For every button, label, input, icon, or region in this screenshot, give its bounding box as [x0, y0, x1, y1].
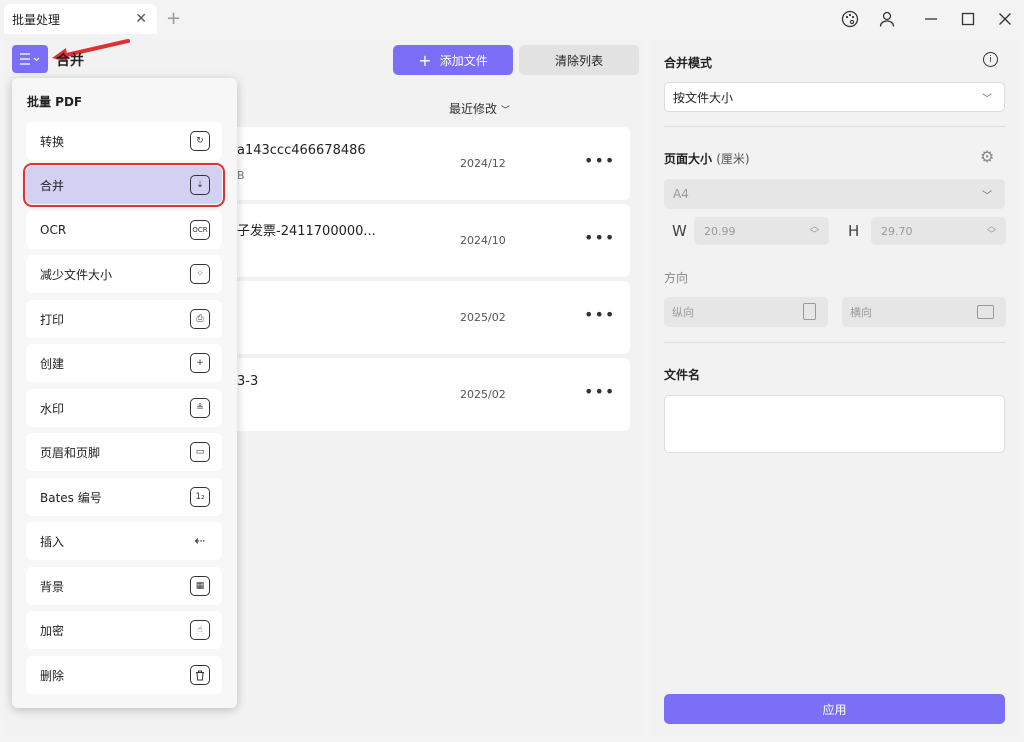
menu-item-background[interactable]: 背景 ▦ [26, 567, 222, 605]
divider [664, 126, 1005, 127]
minimize-icon[interactable] [920, 8, 942, 30]
tab-batch-process[interactable]: 批量处理 ✕ [4, 4, 157, 34]
convert-icon: ↻ [190, 131, 210, 151]
menu-item-delete[interactable]: 删除 [26, 656, 222, 694]
menu-title: 批量 PDF [27, 95, 83, 109]
file-date: 2025/02 [460, 311, 506, 324]
close-window-icon[interactable] [994, 8, 1016, 30]
chevron-down-icon: ﹀ [500, 106, 510, 116]
orientation-label: 方向 [664, 271, 689, 285]
new-tab-icon[interactable]: + [166, 8, 181, 29]
menu-item-print[interactable]: 打印 ⎙ [26, 300, 222, 338]
more-options-icon[interactable]: ••• [584, 305, 615, 324]
menu-item-merge[interactable]: 合并 ⇣ [23, 163, 225, 207]
landscape-option[interactable]: 横向 [842, 297, 1006, 327]
menu-item-insert[interactable]: 插入 ⇠ [26, 522, 222, 560]
height-letter: H [848, 222, 860, 240]
merge-mode-label: 合并模式 [664, 56, 713, 70]
title-bar: 批量处理 ✕ + [0, 0, 1024, 38]
stepper-icon[interactable]: ︿ ﹀ [810, 223, 819, 240]
batch-pdf-menu: 批量 PDF 转换 ↻ 合并 ⇣ OCR OCR 减少文件大小 ⁘ 打印 ⎙ 创… [12, 78, 237, 708]
chevron-down-icon: ﹀ [982, 191, 992, 202]
sort-dropdown[interactable]: 最近修改 ﹀ [449, 100, 510, 117]
file-name: a143ccc466678486 [237, 143, 366, 158]
tab-title: 批量处理 [12, 12, 61, 27]
encrypt-icon: ☝ [190, 620, 210, 640]
palette-icon[interactable] [839, 8, 861, 30]
delete-icon [190, 665, 210, 685]
filename-input[interactable] [664, 395, 1005, 453]
page-size-label: 页面大小 (厘米) [664, 152, 750, 166]
chevron-down-icon: ﹀ [982, 94, 992, 105]
menu-item-encrypt[interactable]: 加密 ☝ [26, 611, 222, 649]
file-date: 2025/02 [460, 388, 506, 401]
page-size-select[interactable]: A4 ﹀ [664, 179, 1005, 209]
gear-icon[interactable]: ⚙ [980, 147, 994, 166]
file-name: 子发票-2411700000... [237, 224, 376, 239]
divider [664, 342, 1005, 343]
tab-close-icon[interactable]: ✕ [135, 11, 147, 27]
settings-panel: 合并模式 i 按文件大小 ﹀ 页面大小 (厘米) ⚙ A4 ﹀ W 20.99 … [650, 38, 1020, 738]
menu-item-create[interactable]: 创建 + [26, 344, 222, 382]
menu-item-convert[interactable]: 转换 ↻ [26, 122, 222, 160]
menu-item-header-footer[interactable]: 页眉和页脚 ▭ [26, 433, 222, 471]
bates-icon: 1₂ [190, 487, 210, 507]
add-file-button[interactable]: + 添加文件 [393, 45, 513, 75]
plus-icon: + [418, 50, 432, 70]
page-title: 合并 [56, 53, 84, 69]
merge-icon: ⇣ [190, 175, 210, 195]
menu-item-compress[interactable]: 减少文件大小 ⁘ [26, 255, 222, 293]
width-input[interactable]: 20.99 ︿ ﹀ [694, 217, 829, 245]
menu-item-ocr[interactable]: OCR OCR [26, 211, 222, 249]
height-input[interactable]: 29.70 ︿ ﹀ [871, 217, 1006, 245]
file-date: 2024/12 [460, 157, 506, 170]
ocr-icon: OCR [190, 220, 210, 240]
filename-label: 文件名 [664, 368, 701, 382]
merge-mode-select[interactable]: 按文件大小 ﹀ [664, 82, 1005, 112]
width-letter: W [672, 222, 687, 240]
portrait-page-icon [803, 303, 816, 320]
create-icon: + [190, 353, 210, 373]
file-date: 2024/10 [460, 234, 506, 247]
file-name: 3-3 [237, 374, 259, 389]
insert-icon: ⇠ [194, 533, 206, 549]
menu-item-watermark[interactable]: 水印 ≗ [26, 389, 222, 427]
compress-icon: ⁘ [190, 264, 210, 284]
more-options-icon[interactable]: ••• [584, 151, 615, 170]
menu-toggle-button[interactable] [12, 45, 48, 73]
background-icon: ▦ [190, 576, 210, 596]
info-icon[interactable]: i [983, 52, 998, 67]
hamburger-icon [20, 53, 40, 65]
maximize-icon[interactable] [957, 8, 979, 30]
more-options-icon[interactable]: ••• [584, 382, 615, 401]
header-footer-icon: ▭ [190, 442, 210, 462]
portrait-option[interactable]: 纵向 [664, 297, 828, 327]
clear-list-button[interactable]: 清除列表 [519, 45, 639, 75]
stepper-icon[interactable]: ︿ ﹀ [987, 223, 996, 240]
user-icon[interactable] [876, 8, 898, 30]
apply-button[interactable]: 应用 [664, 694, 1005, 724]
file-size: B [237, 169, 245, 182]
menu-item-bates[interactable]: Bates 编号 1₂ [26, 478, 222, 516]
more-options-icon[interactable]: ••• [584, 228, 615, 247]
watermark-icon: ≗ [190, 398, 210, 418]
landscape-page-icon [977, 305, 994, 319]
printer-icon: ⎙ [190, 309, 210, 329]
